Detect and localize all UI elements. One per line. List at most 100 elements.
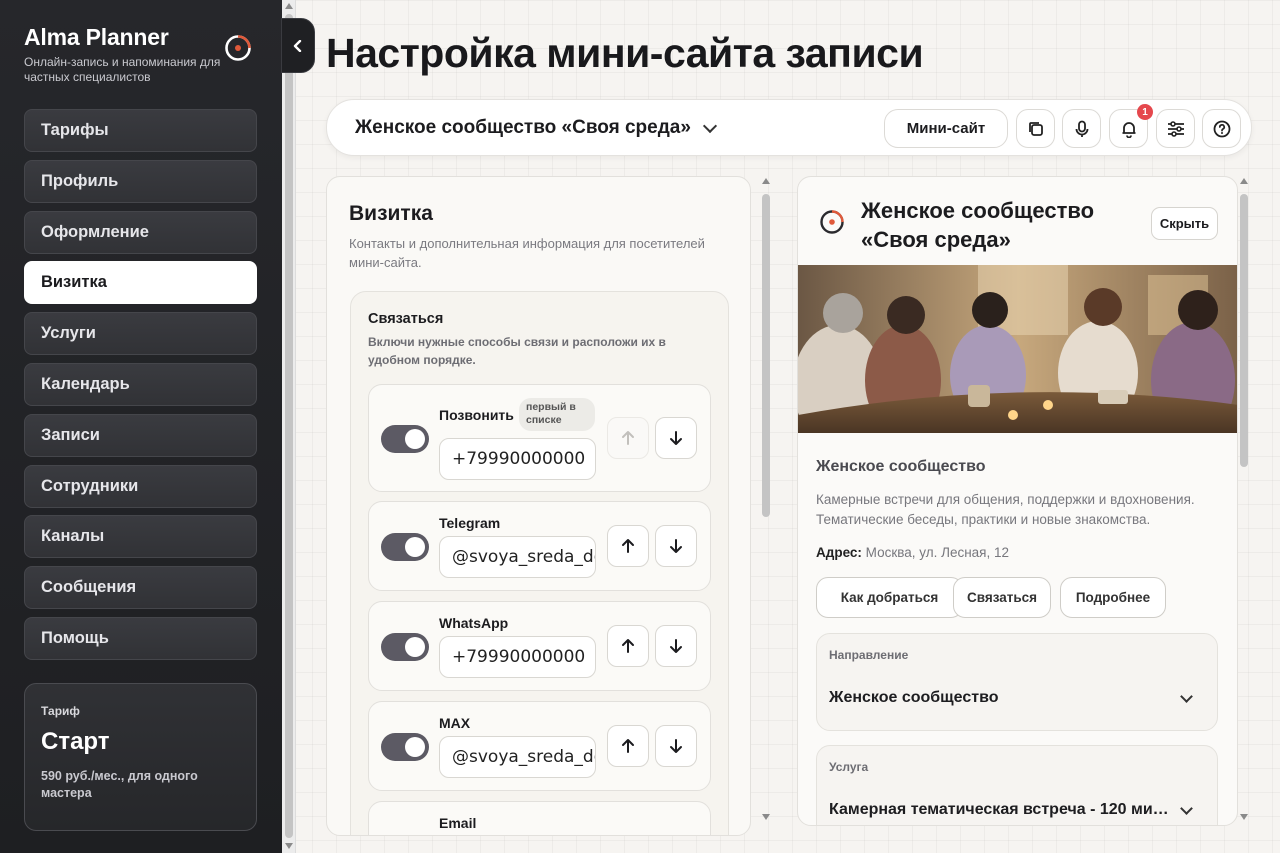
plan-card: Тариф Старт 590 руб./мес., для одного ма… bbox=[24, 683, 257, 831]
move-down-button[interactable] bbox=[655, 625, 697, 667]
call-toggle[interactable] bbox=[381, 425, 429, 453]
telegram-toggle[interactable] bbox=[381, 533, 429, 561]
max-input[interactable]: @svoya_sreda_demo bbox=[439, 736, 596, 778]
sidebar-item-help[interactable]: Помощь bbox=[24, 616, 257, 660]
address-label: Адрес: bbox=[816, 545, 862, 560]
contact-settings-card: Связаться Включи нужные способы связи и … bbox=[350, 291, 729, 835]
plan-price: 590 руб./мес., для одного мастера bbox=[41, 769, 198, 800]
arrow-up-icon bbox=[622, 739, 634, 753]
microphone-button[interactable] bbox=[1062, 109, 1101, 148]
scroll-up-icon[interactable] bbox=[762, 178, 770, 184]
route-button[interactable]: Как добраться bbox=[816, 577, 963, 618]
editor-title: Визитка bbox=[349, 202, 433, 225]
preview-scrollbar[interactable] bbox=[1239, 178, 1249, 826]
arrow-down-icon bbox=[670, 739, 682, 753]
contact-button[interactable]: Связаться bbox=[953, 577, 1051, 618]
scroll-down-icon[interactable] bbox=[1240, 814, 1248, 820]
preview-name: Женское сообщество bbox=[816, 458, 986, 475]
contact-row-email: Email bbox=[368, 801, 711, 835]
max-toggle[interactable] bbox=[381, 733, 429, 761]
arrow-down-icon bbox=[670, 639, 682, 653]
mini-site-button[interactable]: Мини-сайт bbox=[884, 109, 1008, 148]
scroll-down-icon[interactable] bbox=[285, 843, 293, 849]
hide-preview-button[interactable]: Скрыть bbox=[1151, 207, 1218, 240]
chevron-down-icon bbox=[1180, 802, 1193, 815]
brand-logo-icon bbox=[225, 35, 251, 61]
chevron-down-icon bbox=[1180, 690, 1193, 703]
community-name: Женское сообщество «Своя среда» bbox=[355, 117, 691, 138]
scroll-up-icon[interactable] bbox=[1240, 178, 1248, 184]
plan-name: Старт bbox=[41, 728, 110, 755]
preview-address: Адрес: Москва, ул. Лесная, 12 bbox=[816, 545, 1220, 560]
sidebar-item-tariffs[interactable]: Тарифы bbox=[24, 109, 257, 152]
arrow-down-icon bbox=[670, 539, 682, 553]
preview-scrollbar-thumb[interactable] bbox=[1240, 194, 1248, 467]
page-title: Настройка мини-сайта записи bbox=[326, 30, 924, 76]
move-up-button[interactable] bbox=[607, 417, 649, 459]
copy-button[interactable] bbox=[1016, 109, 1055, 148]
service-select[interactable]: Услуга Камерная тематическая встреча - 1… bbox=[816, 745, 1218, 825]
move-down-button[interactable] bbox=[655, 725, 697, 767]
sidebar-item-business-card[interactable]: Визитка bbox=[24, 261, 257, 305]
contact-row-call: Позвонить первый в списке +79990000000 bbox=[368, 384, 711, 492]
contact-description: Включи нужные способы связи и расположи … bbox=[368, 335, 666, 367]
editor-scrollbar-thumb[interactable] bbox=[762, 194, 770, 517]
whatsapp-toggle[interactable] bbox=[381, 633, 429, 661]
preview-body: Женское сообщество Камерные встречи для … bbox=[816, 458, 1220, 560]
scroll-up-icon[interactable] bbox=[285, 3, 293, 9]
page-scrollbar-thumb[interactable] bbox=[285, 14, 293, 838]
sidebar-item-bookings[interactable]: Записи bbox=[24, 413, 257, 457]
sidebar-item-services[interactable]: Услуги bbox=[24, 312, 257, 356]
contact-row-whatsapp: WhatsApp +79990000000 bbox=[368, 601, 711, 691]
direction-select[interactable]: Направление Женское сообщество bbox=[816, 633, 1218, 731]
sidebar-item-calendar[interactable]: Календарь bbox=[24, 362, 257, 406]
top-toolbar: Женское сообщество «Своя среда» Мини-сай… bbox=[326, 99, 1252, 156]
sidebar: Alma Planner Онлайн-запись и напоминания… bbox=[0, 0, 282, 853]
page-scrollbar[interactable] bbox=[282, 0, 296, 853]
contact-title: Связаться bbox=[368, 311, 444, 327]
direction-value: Женское сообщество bbox=[829, 689, 999, 706]
call-phone-input[interactable]: +79990000000 bbox=[439, 438, 596, 480]
move-down-button[interactable] bbox=[655, 417, 697, 459]
sidebar-item-profile[interactable]: Профиль bbox=[24, 159, 257, 203]
scroll-down-icon[interactable] bbox=[762, 814, 770, 820]
brand-title: Alma Planner bbox=[24, 24, 169, 50]
cover-photo bbox=[798, 265, 1237, 433]
business-card-editor: Визитка Контакты и дополнительная информ… bbox=[326, 176, 751, 836]
contact-row-label: WhatsApp bbox=[439, 615, 509, 631]
editor-scrollbar[interactable] bbox=[761, 178, 771, 826]
sidebar-item-staff[interactable]: Сотрудники bbox=[24, 464, 257, 508]
sidebar-item-design[interactable]: Оформление bbox=[24, 210, 257, 254]
copy-icon bbox=[1028, 121, 1043, 136]
first-in-list-badge: первый в списке bbox=[519, 398, 595, 431]
more-button[interactable]: Подробнее bbox=[1060, 577, 1166, 618]
sidebar-item-channels[interactable]: Каналы bbox=[24, 515, 257, 559]
telegram-input[interactable]: @svoya_sreda_demo bbox=[439, 536, 596, 578]
move-up-button[interactable] bbox=[607, 525, 649, 567]
notifications-button[interactable]: 1 bbox=[1109, 104, 1153, 148]
move-up-button[interactable] bbox=[607, 625, 649, 667]
help-button[interactable] bbox=[1202, 109, 1241, 148]
collapse-sidebar-button[interactable] bbox=[281, 18, 315, 73]
preview-text: Камерные встречи для общения, поддержки … bbox=[816, 492, 1195, 527]
arrow-down-icon bbox=[670, 431, 682, 445]
chevron-down-icon bbox=[702, 118, 717, 134]
preview-title: Женское сообщество «Своя среда» bbox=[861, 198, 1095, 252]
preview-logo-icon bbox=[820, 210, 844, 234]
service-label: Услуга bbox=[829, 760, 869, 774]
settings-button[interactable] bbox=[1156, 109, 1195, 148]
move-down-button[interactable] bbox=[655, 525, 697, 567]
community-selector[interactable]: Женское сообщество «Своя среда» bbox=[355, 117, 717, 139]
sidebar-item-messages[interactable]: Сообщения bbox=[24, 566, 257, 610]
address-value: Москва, ул. Лесная, 12 bbox=[865, 545, 1010, 560]
contact-row-label: MAX bbox=[439, 715, 471, 731]
whatsapp-input[interactable]: +79990000000 bbox=[439, 636, 596, 678]
editor-description: Контакты и дополнительная информация для… bbox=[349, 236, 705, 270]
contact-row-telegram: Telegram @svoya_sreda_demo bbox=[368, 501, 711, 591]
contact-row-label: Позвонить bbox=[439, 407, 514, 423]
arrow-up-icon bbox=[622, 431, 634, 445]
arrow-up-icon bbox=[622, 639, 634, 653]
contact-row-max: MAX @svoya_sreda_demo bbox=[368, 701, 711, 791]
move-up-button[interactable] bbox=[607, 725, 649, 767]
brand-subtitle: Онлайн-запись и напоминания для частных … bbox=[24, 55, 221, 84]
